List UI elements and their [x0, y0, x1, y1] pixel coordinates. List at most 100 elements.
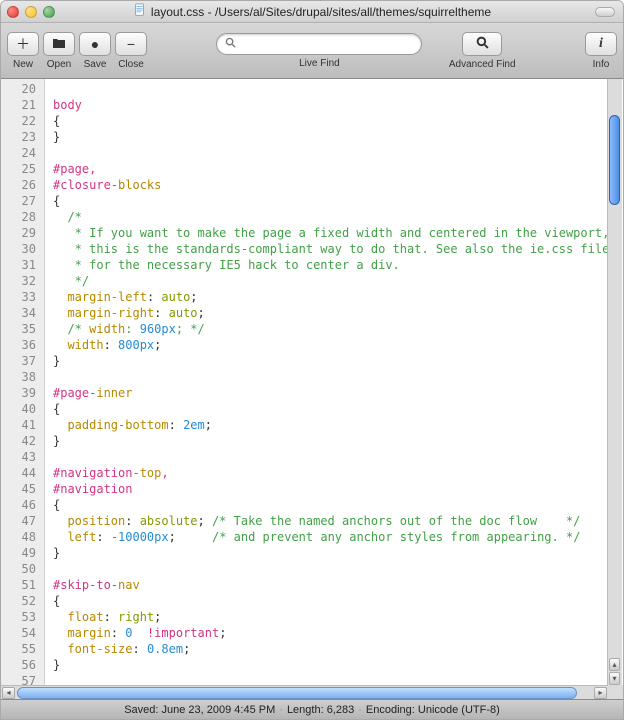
save-label: Save — [84, 59, 107, 70]
code-line[interactable]: * for the necessary IE5 hack to center a… — [53, 257, 623, 273]
code-line[interactable]: } — [53, 657, 623, 673]
status-length: Length: 6,283 — [287, 704, 354, 716]
code-line[interactable]: } — [53, 353, 623, 369]
code-line[interactable]: #closure-blocks — [53, 177, 623, 193]
advanced-find-label: Advanced Find — [449, 59, 516, 70]
code-line[interactable]: /* — [53, 209, 623, 225]
line-number: 29 — [1, 225, 44, 241]
line-number: 47 — [1, 513, 44, 529]
info-icon: i — [599, 36, 603, 52]
line-number: 28 — [1, 209, 44, 225]
code-line[interactable]: { — [53, 193, 623, 209]
scroll-left-button[interactable]: ◂ — [2, 687, 15, 699]
code-line[interactable] — [53, 81, 623, 97]
horizontal-scrollbar-row: ◂ ▸ — [1, 685, 623, 699]
line-number: 56 — [1, 657, 44, 673]
zoom-window-button[interactable] — [43, 6, 55, 18]
code-line[interactable] — [53, 449, 623, 465]
minimize-window-button[interactable] — [25, 6, 37, 18]
live-find-field[interactable] — [216, 33, 422, 55]
line-number: 55 — [1, 641, 44, 657]
code-line[interactable]: { — [53, 593, 623, 609]
status-bar: Saved: June 23, 2009 4:45 PM · Length: 6… — [1, 699, 623, 719]
code-line[interactable]: * If you want to make the page a fixed w… — [53, 225, 623, 241]
close-group: − Close — [115, 32, 147, 70]
horizontal-scrollbar-track[interactable]: ◂ ▸ — [1, 685, 608, 699]
line-number: 49 — [1, 545, 44, 561]
info-label: Info — [593, 59, 610, 70]
code-line[interactable]: padding-bottom: 2em; — [53, 417, 623, 433]
line-number: 36 — [1, 337, 44, 353]
line-number: 35 — [1, 321, 44, 337]
advanced-find-group: Advanced Find — [449, 32, 516, 70]
line-number: 57 — [1, 673, 44, 685]
code-line[interactable]: width: 800px; — [53, 337, 623, 353]
line-number: 33 — [1, 289, 44, 305]
minus-icon: − — [127, 36, 135, 52]
status-saved: Saved: June 23, 2009 4:45 PM — [124, 704, 275, 716]
scroll-up-button[interactable]: ▴ — [609, 658, 620, 671]
vertical-scrollbar-thumb[interactable] — [609, 115, 620, 205]
advanced-find-button[interactable] — [462, 32, 502, 56]
code-line[interactable]: #navigation-top, — [53, 465, 623, 481]
line-number: 39 — [1, 385, 44, 401]
live-find-label: Live Find — [299, 58, 340, 69]
record-icon: ● — [91, 36, 99, 52]
save-button[interactable]: ● — [79, 32, 111, 56]
code-line[interactable]: * this is the standards-compliant way to… — [53, 241, 623, 257]
code-line[interactable]: } — [53, 129, 623, 145]
vertical-scrollbar-track[interactable]: ▴ ▾ — [607, 79, 622, 685]
code-line[interactable] — [53, 145, 623, 161]
line-number: 46 — [1, 497, 44, 513]
code-line[interactable]: body — [53, 97, 623, 113]
code-line[interactable]: float: right; — [53, 609, 623, 625]
line-number: 51 — [1, 577, 44, 593]
code-line[interactable]: #page, — [53, 161, 623, 177]
line-number: 24 — [1, 145, 44, 161]
code-line[interactable]: left: -10000px; /* and prevent any ancho… — [53, 529, 623, 545]
code-line[interactable]: #navigation — [53, 481, 623, 497]
code-line[interactable]: margin-right: auto; — [53, 305, 623, 321]
code-line[interactable]: position: absolute; /* Take the named an… — [53, 513, 623, 529]
line-number: 53 — [1, 609, 44, 625]
line-number: 30 — [1, 241, 44, 257]
status-separator: · — [279, 704, 283, 716]
code-line[interactable]: */ — [53, 273, 623, 289]
info-button[interactable]: i — [585, 32, 617, 56]
search-icon — [225, 37, 236, 51]
scroll-right-button[interactable]: ▸ — [594, 687, 607, 699]
live-find-input[interactable] — [242, 38, 413, 50]
status-encoding: Encoding: Unicode (UTF-8) — [366, 704, 500, 716]
code-line[interactable] — [53, 369, 623, 385]
code-line[interactable]: { — [53, 401, 623, 417]
close-window-button[interactable] — [7, 6, 19, 18]
toolbar: ＋ New Open ● Save − Close — [1, 23, 623, 79]
code-line[interactable]: } — [53, 545, 623, 561]
line-number: 26 — [1, 177, 44, 193]
code-line[interactable]: margin: 0 !important; — [53, 625, 623, 641]
code-line[interactable]: #page-inner — [53, 385, 623, 401]
toolbar-toggle-button[interactable] — [595, 7, 615, 17]
new-group: ＋ New — [7, 32, 39, 70]
line-number: 37 — [1, 353, 44, 369]
code-editor[interactable]: body{}#page,#closure-blocks{ /* * If you… — [45, 79, 623, 685]
scroll-down-button[interactable]: ▾ — [609, 672, 620, 685]
code-line[interactable]: margin-left: auto; — [53, 289, 623, 305]
line-number: 32 — [1, 273, 44, 289]
code-line[interactable]: /* width: 960px; */ — [53, 321, 623, 337]
new-button[interactable]: ＋ — [7, 32, 39, 56]
code-line[interactable]: #skip-to-nav — [53, 577, 623, 593]
code-line[interactable]: { — [53, 497, 623, 513]
open-button[interactable] — [43, 32, 75, 56]
document-icon — [133, 3, 147, 20]
code-line[interactable] — [53, 673, 623, 685]
close-label: Close — [118, 59, 144, 70]
horizontal-scrollbar-thumb[interactable] — [17, 687, 577, 699]
code-line[interactable]: font-size: 0.8em; — [53, 641, 623, 657]
line-number-gutter: 2021222324252627282930313233343536373839… — [1, 79, 45, 685]
line-number: 44 — [1, 465, 44, 481]
code-line[interactable]: { — [53, 113, 623, 129]
close-button[interactable]: − — [115, 32, 147, 56]
code-line[interactable]: } — [53, 433, 623, 449]
code-line[interactable] — [53, 561, 623, 577]
